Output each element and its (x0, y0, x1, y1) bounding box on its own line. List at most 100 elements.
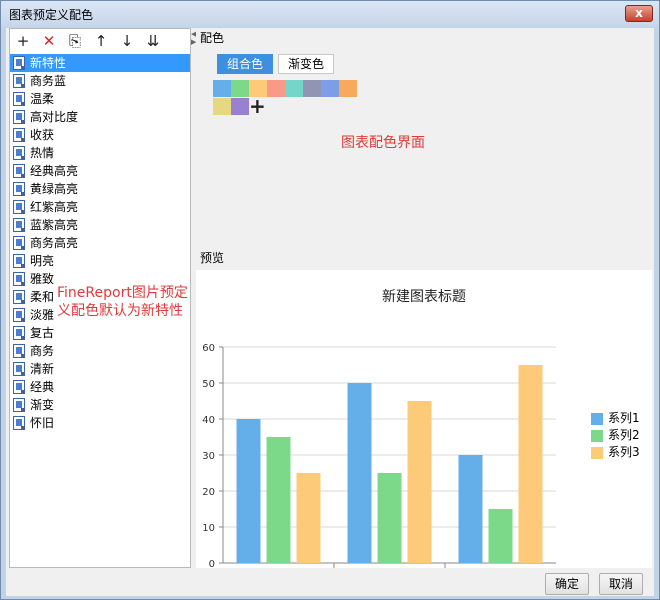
scheme-icon (13, 200, 25, 214)
scheme-list: 新特性商务蓝温柔高对比度收获 热情经典高亮黄绿高亮红紫高亮 蓝紫高亮商务高亮明亮雅致… (10, 54, 190, 432)
color-swatch[interactable] (285, 80, 303, 97)
color-swatch[interactable] (249, 80, 267, 97)
color-swatch[interactable] (339, 80, 357, 97)
scheme-item[interactable]: 商务 (10, 342, 190, 360)
default-note-line-1: FineReport图片预定 (57, 285, 188, 301)
scheme-label: 商务 (30, 344, 55, 358)
scheme-label: 渐变 (30, 398, 55, 412)
y-tick-label: 60 (202, 343, 215, 354)
scheme-item[interactable]: 蓝紫高亮 (10, 216, 190, 234)
scheme-icon (13, 92, 25, 106)
chart-legend: 系列1 系列2 系列3 (591, 410, 640, 461)
scheme-item[interactable]: 清新 (10, 360, 190, 378)
move-down-icon[interactable]: ↓ (118, 32, 136, 50)
scheme-item[interactable]: 渐变 (10, 396, 190, 414)
bar (347, 383, 372, 563)
add-color-icon[interactable]: + (249, 96, 266, 116)
scheme-label: 雅致 (30, 272, 55, 286)
y-tick-label: 50 (202, 379, 215, 390)
delete-icon[interactable]: ✕ (40, 32, 58, 50)
chart-color-dialog: 图表预定义配色 x + ✕ ⎘ ↑ ↓ ⇊ 新特性商务蓝温柔高对比度收获 热情经典… (0, 0, 660, 600)
scheme-label: 黄绿高亮 (30, 182, 79, 196)
scheme-icon (13, 254, 25, 268)
scheme-item[interactable]: 商务蓝 (10, 72, 190, 90)
scheme-item[interactable]: 复古 (10, 324, 190, 342)
bar (266, 437, 291, 563)
scheme-item[interactable]: 收获 (10, 126, 190, 144)
window-title: 图表预定义配色 (9, 8, 94, 22)
scheme-item[interactable]: 明亮 (10, 252, 190, 270)
tab-combination[interactable]: 组合色 (217, 54, 273, 74)
color-swatch[interactable] (231, 98, 249, 115)
color-swatch[interactable] (303, 80, 321, 97)
legend-label: 系列2 (608, 428, 640, 442)
scheme-item[interactable]: 高对比度 (10, 108, 190, 126)
bar-chart: 0102030405060分类名1分类名2分类名3 (202, 343, 556, 568)
scheme-icon (13, 182, 25, 196)
color-swatch[interactable] (213, 80, 231, 97)
add-icon[interactable]: + (14, 32, 32, 50)
scheme-label: 怀旧 (30, 416, 55, 430)
default-note-line-2: 义配色默认为新特性 (57, 303, 183, 319)
move-up-icon[interactable]: ↑ (92, 32, 110, 50)
scheme-icon (13, 380, 25, 394)
scheme-label: 高对比度 (30, 110, 79, 124)
scheme-label: 商务高亮 (30, 236, 79, 250)
scheme-label: 复古 (30, 326, 55, 340)
scheme-icon (13, 398, 25, 412)
scheme-icon (13, 344, 25, 358)
legend-swatch (591, 413, 603, 425)
scheme-icon (13, 362, 25, 376)
legend-swatch (591, 430, 603, 442)
legend-label: 系列1 (608, 411, 640, 425)
legend-label: 系列3 (608, 445, 640, 459)
color-swatch[interactable] (267, 80, 285, 97)
chart-preview: 新建图表标题 0102030405060分类名1分类名2分类名3 系列1系列2系… (196, 270, 652, 568)
default-scheme-note: FineReport图片预定 义配色默认为新特性 (57, 284, 188, 320)
scheme-icon (13, 236, 25, 250)
ok-button[interactable]: 确定 (545, 573, 589, 595)
cancel-button[interactable]: 取消 (599, 573, 643, 595)
scheme-icon (13, 416, 25, 430)
title-bar[interactable]: 图表预定义配色 x (1, 1, 659, 27)
dialog-body: + ✕ ⎘ ↑ ↓ ⇊ 新特性商务蓝温柔高对比度收获 热情经典高亮黄绿高亮红紫高亮… (6, 28, 654, 596)
scheme-icon (13, 146, 25, 160)
scheme-label: 经典高亮 (30, 164, 79, 178)
tab-gradient[interactable]: 渐变色 (278, 54, 334, 74)
legend-swatch (591, 447, 603, 459)
scheme-label: 明亮 (30, 254, 55, 268)
y-tick-label: 20 (202, 487, 215, 498)
scheme-item[interactable]: 热情 (10, 144, 190, 162)
scheme-icon (13, 164, 25, 178)
close-button[interactable]: x (625, 5, 653, 22)
preview-section-label: 预览 (200, 251, 225, 265)
scheme-item[interactable]: 商务高亮 (10, 234, 190, 252)
sort-icon[interactable]: ⇊ (144, 32, 162, 50)
scheme-item[interactable]: 新特性 (10, 54, 190, 72)
scheme-item[interactable]: 温柔 (10, 90, 190, 108)
scheme-item[interactable]: 经典高亮 (10, 162, 190, 180)
y-tick-label: 40 (202, 415, 215, 426)
bar (236, 419, 261, 563)
scheme-item[interactable]: 经典 (10, 378, 190, 396)
scheme-icon (13, 326, 25, 340)
copy-icon[interactable]: ⎘ (66, 32, 84, 50)
legend-item: 系列1 (591, 410, 640, 427)
scheme-icon (13, 128, 25, 142)
bar (518, 365, 543, 563)
bar (377, 473, 402, 563)
scheme-item[interactable]: 红紫高亮 (10, 198, 190, 216)
scheme-icon (13, 272, 25, 286)
color-swatch[interactable] (231, 80, 249, 97)
color-swatch[interactable] (213, 98, 231, 115)
scheme-label: 清新 (30, 362, 55, 376)
scheme-icon (13, 218, 25, 232)
color-swatch[interactable] (321, 80, 339, 97)
y-tick-label: 0 (209, 559, 215, 568)
scheme-item[interactable]: 怀旧 (10, 414, 190, 432)
scheme-label: 商务蓝 (30, 74, 67, 88)
scheme-icon (13, 308, 25, 322)
scheme-icon (13, 110, 25, 124)
scheme-item[interactable]: 黄绿高亮 (10, 180, 190, 198)
bar (407, 401, 432, 563)
